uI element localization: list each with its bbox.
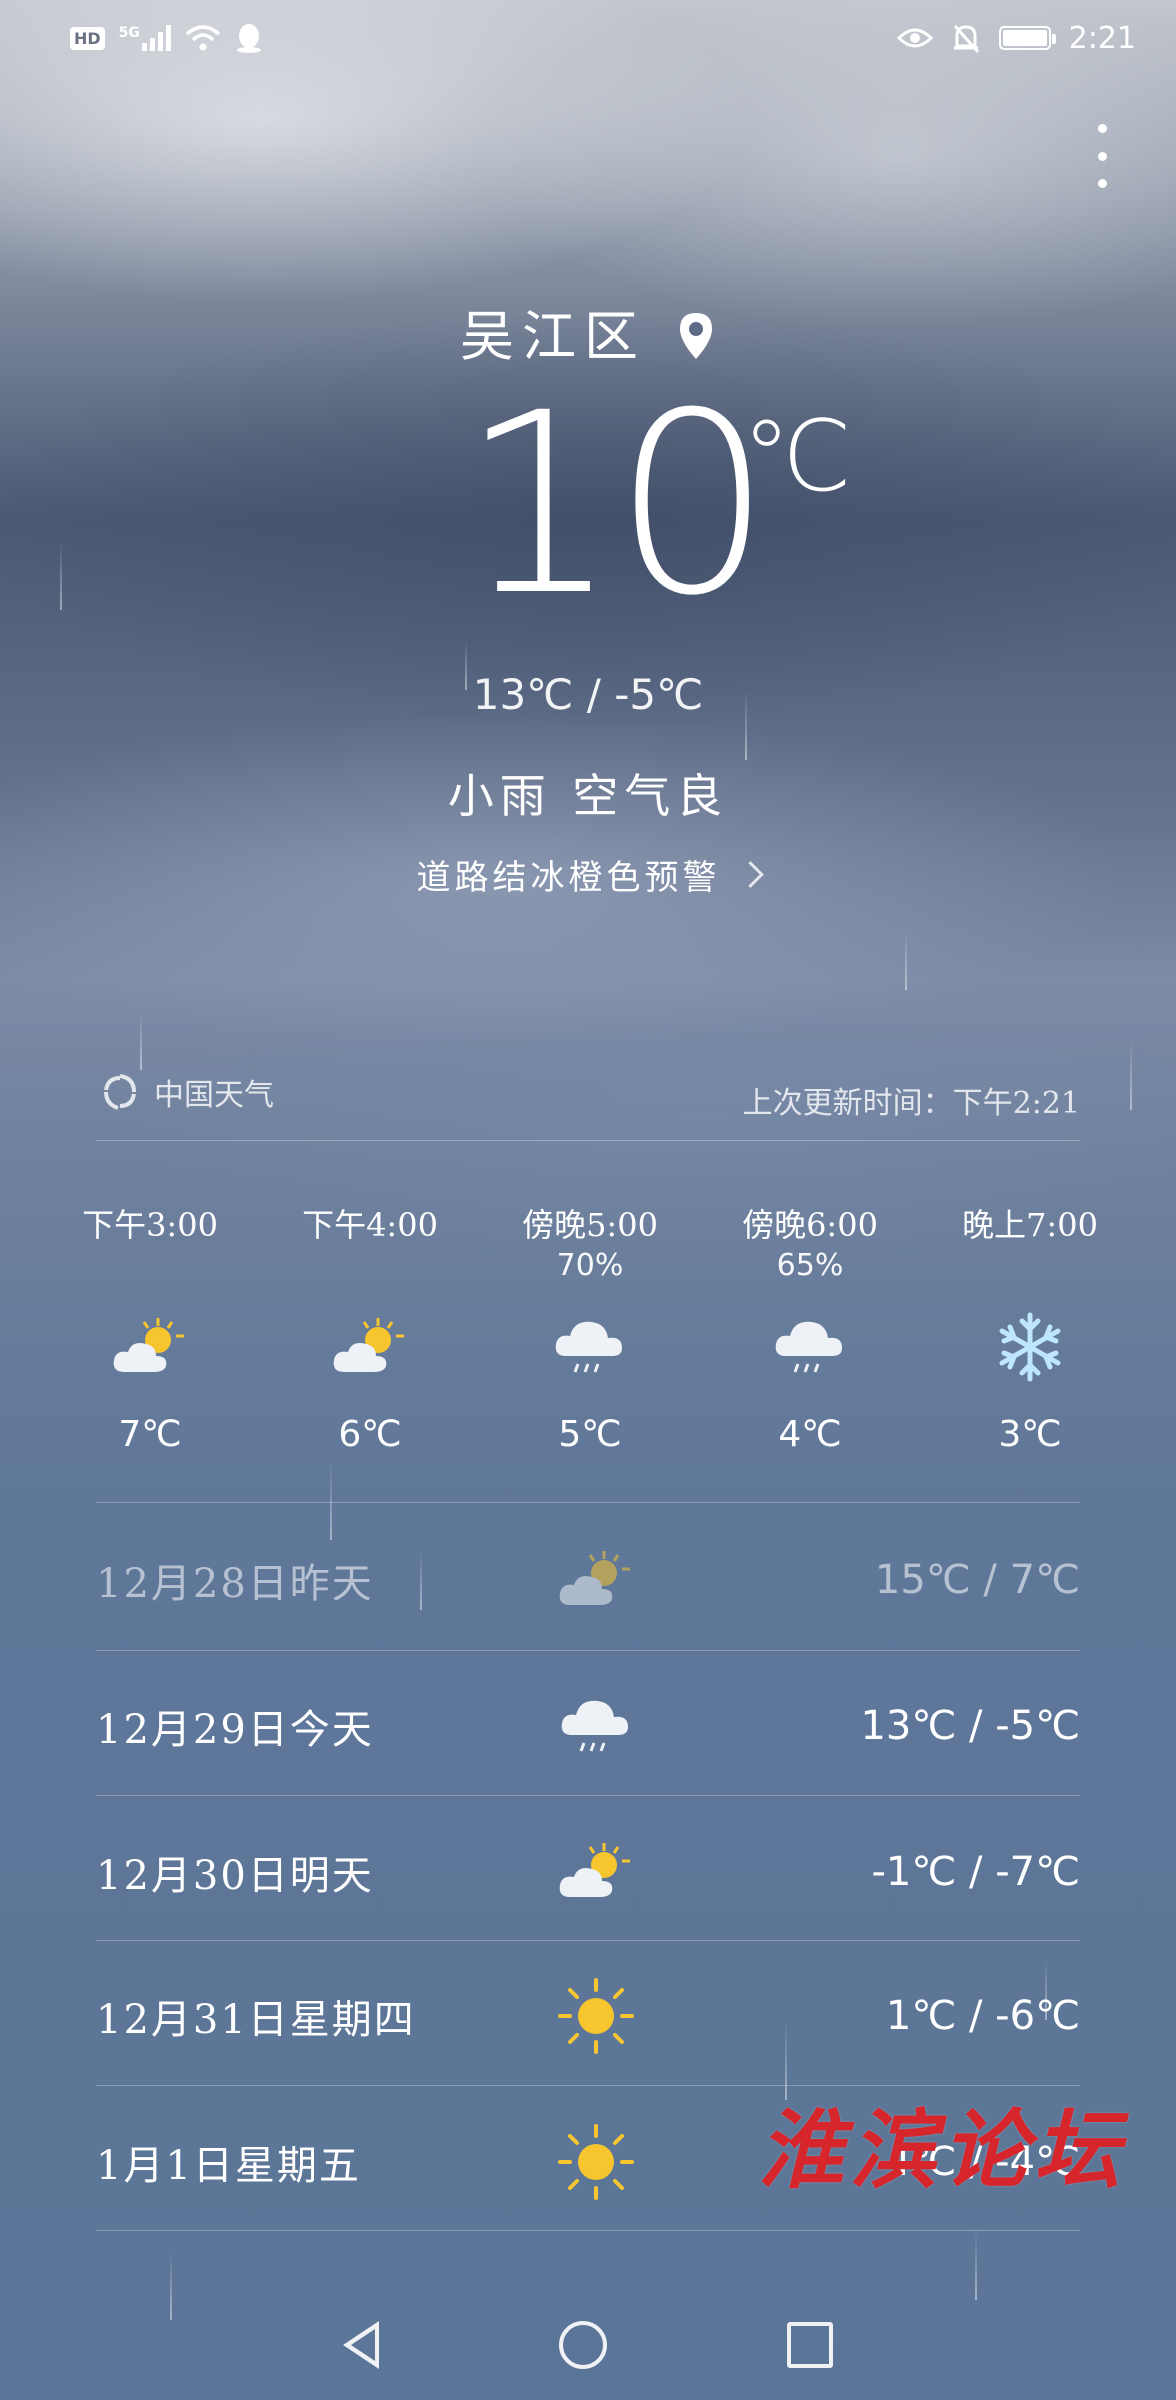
daily-date: 12月28日昨天 — [96, 1561, 374, 1607]
hourly-item: 下午4:00 6℃ — [270, 1200, 470, 1455]
data-source-name: 中国天气 — [154, 1078, 274, 1113]
daily-date: 12月29日今天 — [96, 1707, 374, 1753]
status-bar-right: 2:21 — [896, 18, 1136, 58]
daily-date: 12月30日明天 — [96, 1853, 374, 1899]
hourly-item: 傍晚6:00 65% 4℃ — [710, 1200, 910, 1455]
partly-cloudy-icon — [270, 1302, 470, 1392]
rain-cloud-icon — [556, 1691, 756, 1761]
hourly-time: 下午3:00 — [82, 1206, 218, 1244]
last-updated-time: 上次更新时间：下午2:21 — [742, 1086, 1080, 1121]
divider — [96, 1502, 1080, 1503]
hourly-item: 傍晚5:00 70% 5℃ — [490, 1200, 690, 1455]
divider — [96, 1795, 1080, 1796]
hourly-precip — [270, 1248, 470, 1292]
hourly-precip: 70% — [556, 1248, 624, 1283]
daily-temp-range: 15℃ / 7℃ — [874, 1557, 1080, 1603]
hourly-temp: 7℃ — [118, 1414, 182, 1455]
hd-icon: HD — [70, 26, 105, 50]
daily-row[interactable]: 12月30日明天 -1℃ / -7℃ — [96, 1800, 1080, 1944]
divider — [96, 2230, 1080, 2231]
sun-icon — [556, 1976, 756, 2056]
hourly-time: 傍晚6:00 — [742, 1206, 878, 1244]
eye-icon — [896, 28, 933, 48]
snowflake-icon — [930, 1302, 1130, 1392]
daily-row[interactable]: 12月28日昨天 15℃ / 7℃ — [96, 1508, 1080, 1652]
qq-penguin-icon — [236, 24, 261, 53]
weather-alert-text: 道路结冰橙色预警 — [416, 858, 721, 898]
hourly-temp: 3℃ — [998, 1414, 1062, 1455]
hourly-item: 下午3:00 7℃ — [50, 1200, 250, 1455]
hourly-time: 晚上7:00 — [962, 1206, 1098, 1244]
daily-temp-range: 13℃ / -5℃ — [860, 1703, 1080, 1749]
hourly-temp: 5℃ — [558, 1414, 622, 1455]
hourly-temp: 4℃ — [778, 1414, 842, 1455]
hourly-precip: 65% — [776, 1248, 844, 1283]
cellular-signal-icon: 5G — [119, 25, 171, 51]
hourly-temp: 6℃ — [338, 1414, 402, 1455]
current-temperature: 10 — [460, 359, 772, 650]
home-icon[interactable] — [559, 2321, 607, 2369]
rain-cloud-icon — [710, 1302, 910, 1392]
today-temperature-range: 13℃ / -5℃ — [472, 670, 704, 719]
battery-icon — [998, 26, 1056, 50]
recent-apps-icon[interactable] — [787, 2322, 833, 2368]
hourly-time: 下午4:00 — [302, 1206, 438, 1244]
weather-condition: 小雨 空气良 — [447, 769, 729, 823]
divider — [96, 1140, 1080, 1141]
daily-date: 1月1日星期五 — [96, 2143, 361, 2189]
mute-bell-icon — [953, 25, 979, 53]
forum-watermark: 淮滨论坛 — [758, 2100, 1126, 2201]
raindrop — [905, 930, 907, 990]
daily-row[interactable]: 12月29日今天 13℃ / -5℃ — [96, 1654, 1080, 1798]
hourly-item: 晚上7:00 3℃ — [930, 1200, 1130, 1455]
wifi-icon — [185, 25, 221, 51]
raindrop — [1130, 1040, 1132, 1110]
more-options-button[interactable] — [1092, 124, 1112, 188]
chevron-right-icon — [736, 861, 764, 888]
navigation-bar — [0, 2290, 1176, 2400]
sun-icon — [556, 2122, 756, 2202]
partly-cloudy-icon — [50, 1302, 250, 1392]
hourly-precip — [50, 1248, 250, 1292]
temperature-unit: ℃ — [742, 400, 853, 514]
daily-temp-range: -1℃ / -7℃ — [871, 1849, 1080, 1895]
raindrop — [140, 1010, 142, 1070]
china-weather-logo-icon — [104, 1074, 136, 1110]
divider — [96, 1940, 1080, 1941]
partly-cloudy-icon — [556, 1837, 756, 1907]
daily-temp-range: 1℃ / -6℃ — [885, 1993, 1080, 2039]
raindrop — [60, 540, 62, 610]
status-time: 2:21 — [1068, 20, 1136, 56]
hourly-precip — [930, 1248, 1130, 1292]
daily-row[interactable]: 12月31日星期四 1℃ / -6℃ — [96, 1944, 1080, 2088]
back-icon[interactable] — [343, 2321, 379, 2369]
rain-cloud-icon — [490, 1302, 690, 1392]
partly-cloudy-icon — [556, 1545, 756, 1615]
location-pin-icon — [680, 313, 712, 359]
divider — [96, 1650, 1080, 1651]
weather-alert-link[interactable]: 道路结冰橙色预警 — [0, 850, 1176, 899]
data-source: 中国天气 — [100, 1070, 274, 1114]
daily-date: 12月31日星期四 — [96, 1997, 416, 2043]
hourly-time: 傍晚5:00 — [522, 1206, 658, 1244]
status-bar-left: HD 5G — [70, 20, 263, 56]
